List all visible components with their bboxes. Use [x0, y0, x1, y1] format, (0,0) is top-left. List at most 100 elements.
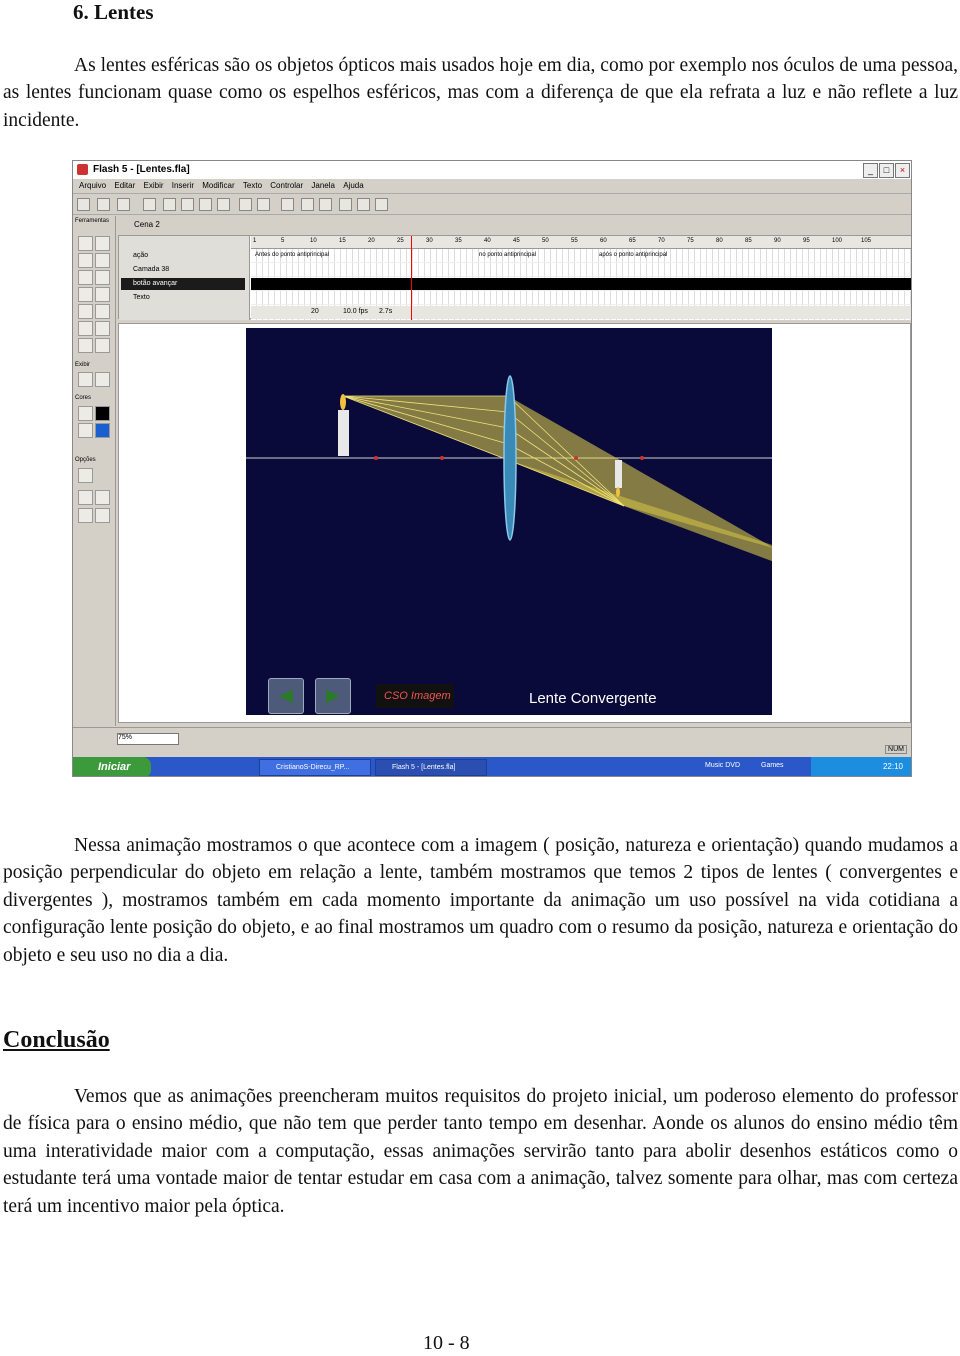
frame-label: Antes do ponto antiprincipal	[255, 252, 330, 258]
flash-screenshot: Flash 5 - [Lentes.fla] _ □ × Arquivo Edi…	[72, 160, 912, 777]
fill-color-icon[interactable]	[78, 423, 93, 438]
copy-icon[interactable]	[199, 198, 212, 211]
line-tool-icon[interactable]	[78, 253, 93, 268]
menu-bar: Arquivo Editar Exibir Inserir Modificar …	[73, 179, 911, 194]
redo-icon[interactable]	[257, 198, 270, 211]
print-icon[interactable]	[143, 198, 156, 211]
window-titlebar: Flash 5 - [Lentes.fla] _ □ ×	[73, 161, 911, 179]
paste-icon[interactable]	[217, 198, 230, 211]
system-tray: 22:10	[811, 757, 911, 776]
snap-icon[interactable]	[281, 198, 294, 211]
smooth-icon[interactable]	[301, 198, 314, 211]
fill-swatch[interactable]	[95, 423, 110, 438]
page-number: 10 - 8	[423, 1332, 470, 1354]
rotate-option-icon[interactable]	[78, 508, 93, 523]
layer-row[interactable]: ação	[121, 250, 245, 262]
eyedropper-icon[interactable]	[78, 338, 93, 353]
scale-icon[interactable]	[357, 198, 370, 211]
logo: CSO Imagem	[376, 684, 454, 708]
frames-grid[interactable]: 1 5 10 15 20 25 30 35 40 45 50 55 60 65 …	[251, 236, 911, 320]
straighten-option-icon[interactable]	[95, 490, 110, 505]
cut-icon[interactable]	[181, 198, 194, 211]
quick-launch-item[interactable]: Music DVD	[705, 762, 740, 769]
smooth-option-icon[interactable]	[78, 490, 93, 505]
quick-launch-item[interactable]: Games	[761, 762, 784, 769]
stage-area: ◀ ▶ CSO Imagem Lente Convergente	[118, 323, 911, 723]
layer-row[interactable]: Camada 38	[121, 264, 245, 276]
lens-ray-diagram	[246, 375, 772, 562]
start-button[interactable]: Iniciar	[73, 757, 151, 776]
undo-icon[interactable]	[239, 198, 252, 211]
menu-item[interactable]: Ajuda	[343, 181, 363, 190]
menu-item[interactable]: Modificar	[202, 181, 234, 190]
arrow-right-icon: ▶	[326, 685, 340, 705]
layer-row-selected[interactable]: botão avançar	[121, 278, 245, 290]
eraser-icon[interactable]	[95, 338, 110, 353]
window-title: Flash 5 - [Lentes.fla]	[93, 164, 190, 175]
num-lock-indicator: NUM	[885, 745, 907, 754]
frame-rate: 10.0 fps	[343, 308, 368, 315]
tools-panel: Ferramentas Exibir Cores Opções	[73, 216, 116, 726]
zoom-tool-icon[interactable]	[95, 372, 110, 387]
rotate-icon[interactable]	[339, 198, 352, 211]
maximize-icon[interactable]: □	[879, 163, 894, 178]
forward-button[interactable]: ▶	[315, 678, 351, 714]
taskbar-item-active[interactable]: Flash 5 - [Lentes.fla]	[375, 759, 487, 776]
arrow-left-icon: ◀	[279, 685, 293, 705]
hand-tool-icon[interactable]	[78, 372, 93, 387]
brush-tool-icon[interactable]	[95, 304, 110, 319]
oval-tool-icon[interactable]	[78, 287, 93, 302]
playhead[interactable]	[411, 236, 412, 320]
elapsed-time: 2.7s	[379, 308, 393, 315]
scene-name[interactable]: Cena 2	[134, 220, 160, 229]
menu-item[interactable]: Editar	[114, 181, 135, 190]
straighten-icon[interactable]	[319, 198, 332, 211]
pencil-tool-icon[interactable]	[78, 304, 93, 319]
menu-item[interactable]: Texto	[243, 181, 262, 190]
main-toolbar	[73, 194, 911, 215]
stage[interactable]: ◀ ▶ CSO Imagem Lente Convergente	[246, 328, 772, 715]
timeline: ação Camada 38 botão avançar Texto 1 5 1…	[118, 235, 911, 320]
taskbar-item[interactable]: CristianoS-Direcu_RP...	[259, 759, 371, 776]
paint-bucket-icon[interactable]	[95, 321, 110, 336]
ink-bottle-icon[interactable]	[78, 321, 93, 336]
magnet-icon[interactable]	[78, 468, 93, 483]
zoom-select[interactable]: 75%	[117, 733, 179, 745]
frame-ruler: 1 5 10 15 20 25 30 35 40 45 50 55 60 65 …	[251, 236, 911, 249]
scale-option-icon[interactable]	[95, 508, 110, 523]
menu-item[interactable]: Controlar	[270, 181, 303, 190]
current-frame: 20	[311, 308, 319, 315]
close-icon[interactable]: ×	[895, 163, 910, 178]
rectangle-tool-icon[interactable]	[95, 287, 110, 302]
open-file-icon[interactable]	[97, 198, 110, 211]
arrow-tool-icon[interactable]	[78, 236, 93, 251]
stroke-color-icon[interactable]	[78, 406, 93, 421]
tools-panel-title: Ferramentas	[75, 218, 110, 224]
timeline-status: 20 10.0 fps 2.7s	[251, 306, 911, 319]
colors-section-label: Cores	[75, 395, 92, 401]
lasso-tool-icon[interactable]	[95, 253, 110, 268]
frame-label: após o ponto antiprincipal	[599, 252, 668, 258]
intro-paragraph: As lentes esféricas são os objetos óptic…	[3, 55, 958, 131]
stroke-swatch[interactable]	[95, 406, 110, 421]
frame-row-selected	[251, 278, 911, 291]
layers-panel: ação Camada 38 botão avançar Texto	[119, 236, 250, 320]
new-file-icon[interactable]	[77, 198, 90, 211]
frame-row	[251, 292, 911, 305]
text-tool-icon[interactable]	[95, 270, 110, 285]
minimize-icon[interactable]: _	[863, 163, 878, 178]
print-preview-icon[interactable]	[163, 198, 176, 211]
subselect-tool-icon[interactable]	[95, 236, 110, 251]
menu-item[interactable]: Exibir	[144, 181, 164, 190]
pen-tool-icon[interactable]	[78, 270, 93, 285]
back-button[interactable]: ◀	[268, 678, 304, 714]
menu-item[interactable]: Janela	[311, 181, 335, 190]
frame-row: Antes do ponto antiprincipal no ponto an…	[251, 250, 911, 263]
flash-app-icon	[77, 164, 88, 175]
menu-item[interactable]: Inserir	[172, 181, 194, 190]
align-icon[interactable]	[375, 198, 388, 211]
stage-caption: Lente Convergente	[529, 690, 657, 707]
save-icon[interactable]	[117, 198, 130, 211]
menu-item[interactable]: Arquivo	[79, 181, 106, 190]
layer-row[interactable]: Texto	[121, 292, 245, 304]
